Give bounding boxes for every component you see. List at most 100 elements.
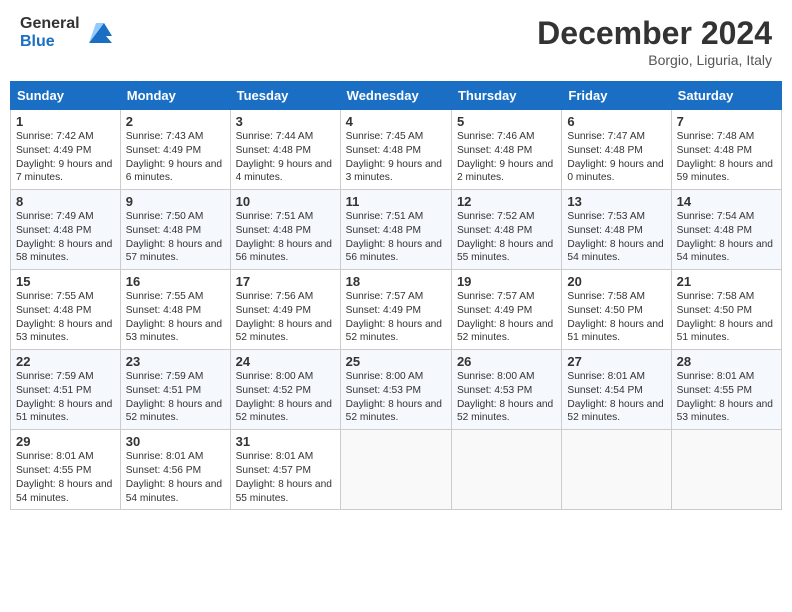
- calendar-day-cell: 1 Sunrise: 7:42 AM Sunset: 4:49 PM Dayli…: [11, 110, 121, 190]
- calendar-day-cell: 15 Sunrise: 7:55 AM Sunset: 4:48 PM Dayl…: [11, 270, 121, 350]
- calendar-day-cell: 9 Sunrise: 7:50 AM Sunset: 4:48 PM Dayli…: [120, 190, 230, 270]
- day-of-week-header: Saturday: [671, 82, 781, 110]
- day-of-week-header: Monday: [120, 82, 230, 110]
- day-info: Sunrise: 8:01 AM Sunset: 4:57 PM Dayligh…: [236, 451, 332, 503]
- day-number: 31: [236, 434, 335, 449]
- day-info: Sunrise: 7:48 AM Sunset: 4:48 PM Dayligh…: [677, 131, 773, 183]
- calendar-day-cell: [562, 430, 671, 510]
- calendar-day-cell: 21 Sunrise: 7:58 AM Sunset: 4:50 PM Dayl…: [671, 270, 781, 350]
- day-info: Sunrise: 7:54 AM Sunset: 4:48 PM Dayligh…: [677, 211, 773, 263]
- day-number: 21: [677, 274, 776, 289]
- day-info: Sunrise: 7:56 AM Sunset: 4:49 PM Dayligh…: [236, 291, 332, 343]
- logo-general-text: General: [20, 15, 80, 33]
- day-of-week-header: Sunday: [11, 82, 121, 110]
- day-info: Sunrise: 8:01 AM Sunset: 4:55 PM Dayligh…: [677, 371, 773, 423]
- day-info: Sunrise: 7:51 AM Sunset: 4:48 PM Dayligh…: [236, 211, 332, 263]
- day-info: Sunrise: 8:01 AM Sunset: 4:54 PM Dayligh…: [567, 371, 663, 423]
- day-number: 27: [567, 354, 665, 369]
- calendar-day-cell: 8 Sunrise: 7:49 AM Sunset: 4:48 PM Dayli…: [11, 190, 121, 270]
- calendar-day-cell: 19 Sunrise: 7:57 AM Sunset: 4:49 PM Dayl…: [451, 270, 561, 350]
- calendar-day-cell: [451, 430, 561, 510]
- day-info: Sunrise: 7:59 AM Sunset: 4:51 PM Dayligh…: [126, 371, 222, 423]
- day-number: 6: [567, 114, 665, 129]
- location: Borgio, Liguria, Italy: [537, 52, 772, 68]
- day-number: 10: [236, 194, 335, 209]
- day-number: 7: [677, 114, 776, 129]
- day-info: Sunrise: 7:53 AM Sunset: 4:48 PM Dayligh…: [567, 211, 663, 263]
- day-info: Sunrise: 7:59 AM Sunset: 4:51 PM Dayligh…: [16, 371, 112, 423]
- day-number: 23: [126, 354, 225, 369]
- calendar-day-cell: 28 Sunrise: 8:01 AM Sunset: 4:55 PM Dayl…: [671, 350, 781, 430]
- day-number: 30: [126, 434, 225, 449]
- calendar-week-row: 8 Sunrise: 7:49 AM Sunset: 4:48 PM Dayli…: [11, 190, 782, 270]
- day-number: 16: [126, 274, 225, 289]
- day-number: 3: [236, 114, 335, 129]
- calendar-day-cell: 22 Sunrise: 7:59 AM Sunset: 4:51 PM Dayl…: [11, 350, 121, 430]
- day-info: Sunrise: 7:57 AM Sunset: 4:49 PM Dayligh…: [457, 291, 553, 343]
- calendar-day-cell: 14 Sunrise: 7:54 AM Sunset: 4:48 PM Dayl…: [671, 190, 781, 270]
- day-number: 15: [16, 274, 115, 289]
- calendar-week-row: 15 Sunrise: 7:55 AM Sunset: 4:48 PM Dayl…: [11, 270, 782, 350]
- day-info: Sunrise: 7:55 AM Sunset: 4:48 PM Dayligh…: [126, 291, 222, 343]
- calendar-day-cell: 4 Sunrise: 7:45 AM Sunset: 4:48 PM Dayli…: [340, 110, 451, 190]
- day-number: 4: [346, 114, 446, 129]
- day-info: Sunrise: 8:00 AM Sunset: 4:53 PM Dayligh…: [457, 371, 553, 423]
- day-number: 1: [16, 114, 115, 129]
- calendar-day-cell: 27 Sunrise: 8:01 AM Sunset: 4:54 PM Dayl…: [562, 350, 671, 430]
- day-number: 17: [236, 274, 335, 289]
- day-info: Sunrise: 7:42 AM Sunset: 4:49 PM Dayligh…: [16, 131, 112, 183]
- calendar-day-cell: 30 Sunrise: 8:01 AM Sunset: 4:56 PM Dayl…: [120, 430, 230, 510]
- day-info: Sunrise: 7:43 AM Sunset: 4:49 PM Dayligh…: [126, 131, 222, 183]
- day-number: 14: [677, 194, 776, 209]
- page-header: General Blue December 2024 Borgio, Ligur…: [10, 10, 782, 73]
- calendar-day-cell: 29 Sunrise: 8:01 AM Sunset: 4:55 PM Dayl…: [11, 430, 121, 510]
- day-of-week-header: Wednesday: [340, 82, 451, 110]
- day-info: Sunrise: 7:49 AM Sunset: 4:48 PM Dayligh…: [16, 211, 112, 263]
- day-number: 13: [567, 194, 665, 209]
- day-info: Sunrise: 7:47 AM Sunset: 4:48 PM Dayligh…: [567, 131, 663, 183]
- day-info: Sunrise: 8:00 AM Sunset: 4:53 PM Dayligh…: [346, 371, 442, 423]
- calendar-day-cell: 20 Sunrise: 7:58 AM Sunset: 4:50 PM Dayl…: [562, 270, 671, 350]
- calendar-day-cell: 12 Sunrise: 7:52 AM Sunset: 4:48 PM Dayl…: [451, 190, 561, 270]
- day-number: 20: [567, 274, 665, 289]
- day-info: Sunrise: 7:57 AM Sunset: 4:49 PM Dayligh…: [346, 291, 442, 343]
- day-of-week-header: Friday: [562, 82, 671, 110]
- day-number: 5: [457, 114, 556, 129]
- day-of-week-header: Tuesday: [230, 82, 340, 110]
- logo-icon: [84, 18, 114, 48]
- day-info: Sunrise: 7:52 AM Sunset: 4:48 PM Dayligh…: [457, 211, 553, 263]
- calendar-day-cell: 10 Sunrise: 7:51 AM Sunset: 4:48 PM Dayl…: [230, 190, 340, 270]
- calendar-week-row: 29 Sunrise: 8:01 AM Sunset: 4:55 PM Dayl…: [11, 430, 782, 510]
- day-info: Sunrise: 7:58 AM Sunset: 4:50 PM Dayligh…: [567, 291, 663, 343]
- logo: General Blue: [20, 15, 114, 50]
- calendar-day-cell: [340, 430, 451, 510]
- day-number: 25: [346, 354, 446, 369]
- day-number: 8: [16, 194, 115, 209]
- calendar-day-cell: 7 Sunrise: 7:48 AM Sunset: 4:48 PM Dayli…: [671, 110, 781, 190]
- logo-blue-text: Blue: [20, 33, 80, 51]
- calendar-day-cell: 3 Sunrise: 7:44 AM Sunset: 4:48 PM Dayli…: [230, 110, 340, 190]
- day-info: Sunrise: 7:55 AM Sunset: 4:48 PM Dayligh…: [16, 291, 112, 343]
- day-info: Sunrise: 8:01 AM Sunset: 4:56 PM Dayligh…: [126, 451, 222, 503]
- calendar-day-cell: 24 Sunrise: 8:00 AM Sunset: 4:52 PM Dayl…: [230, 350, 340, 430]
- day-number: 24: [236, 354, 335, 369]
- day-info: Sunrise: 7:46 AM Sunset: 4:48 PM Dayligh…: [457, 131, 553, 183]
- day-number: 2: [126, 114, 225, 129]
- calendar-day-cell: [671, 430, 781, 510]
- calendar-day-cell: 13 Sunrise: 7:53 AM Sunset: 4:48 PM Dayl…: [562, 190, 671, 270]
- calendar-header-row: SundayMondayTuesdayWednesdayThursdayFrid…: [11, 82, 782, 110]
- day-info: Sunrise: 7:45 AM Sunset: 4:48 PM Dayligh…: [346, 131, 442, 183]
- day-number: 28: [677, 354, 776, 369]
- day-of-week-header: Thursday: [451, 82, 561, 110]
- title-block: December 2024 Borgio, Liguria, Italy: [537, 15, 772, 68]
- day-number: 11: [346, 194, 446, 209]
- day-info: Sunrise: 7:58 AM Sunset: 4:50 PM Dayligh…: [677, 291, 773, 343]
- calendar-day-cell: 11 Sunrise: 7:51 AM Sunset: 4:48 PM Dayl…: [340, 190, 451, 270]
- calendar-week-row: 1 Sunrise: 7:42 AM Sunset: 4:49 PM Dayli…: [11, 110, 782, 190]
- calendar-day-cell: 18 Sunrise: 7:57 AM Sunset: 4:49 PM Dayl…: [340, 270, 451, 350]
- day-number: 12: [457, 194, 556, 209]
- calendar-table: SundayMondayTuesdayWednesdayThursdayFrid…: [10, 81, 782, 510]
- calendar-day-cell: 23 Sunrise: 7:59 AM Sunset: 4:51 PM Dayl…: [120, 350, 230, 430]
- day-info: Sunrise: 8:00 AM Sunset: 4:52 PM Dayligh…: [236, 371, 332, 423]
- calendar-day-cell: 5 Sunrise: 7:46 AM Sunset: 4:48 PM Dayli…: [451, 110, 561, 190]
